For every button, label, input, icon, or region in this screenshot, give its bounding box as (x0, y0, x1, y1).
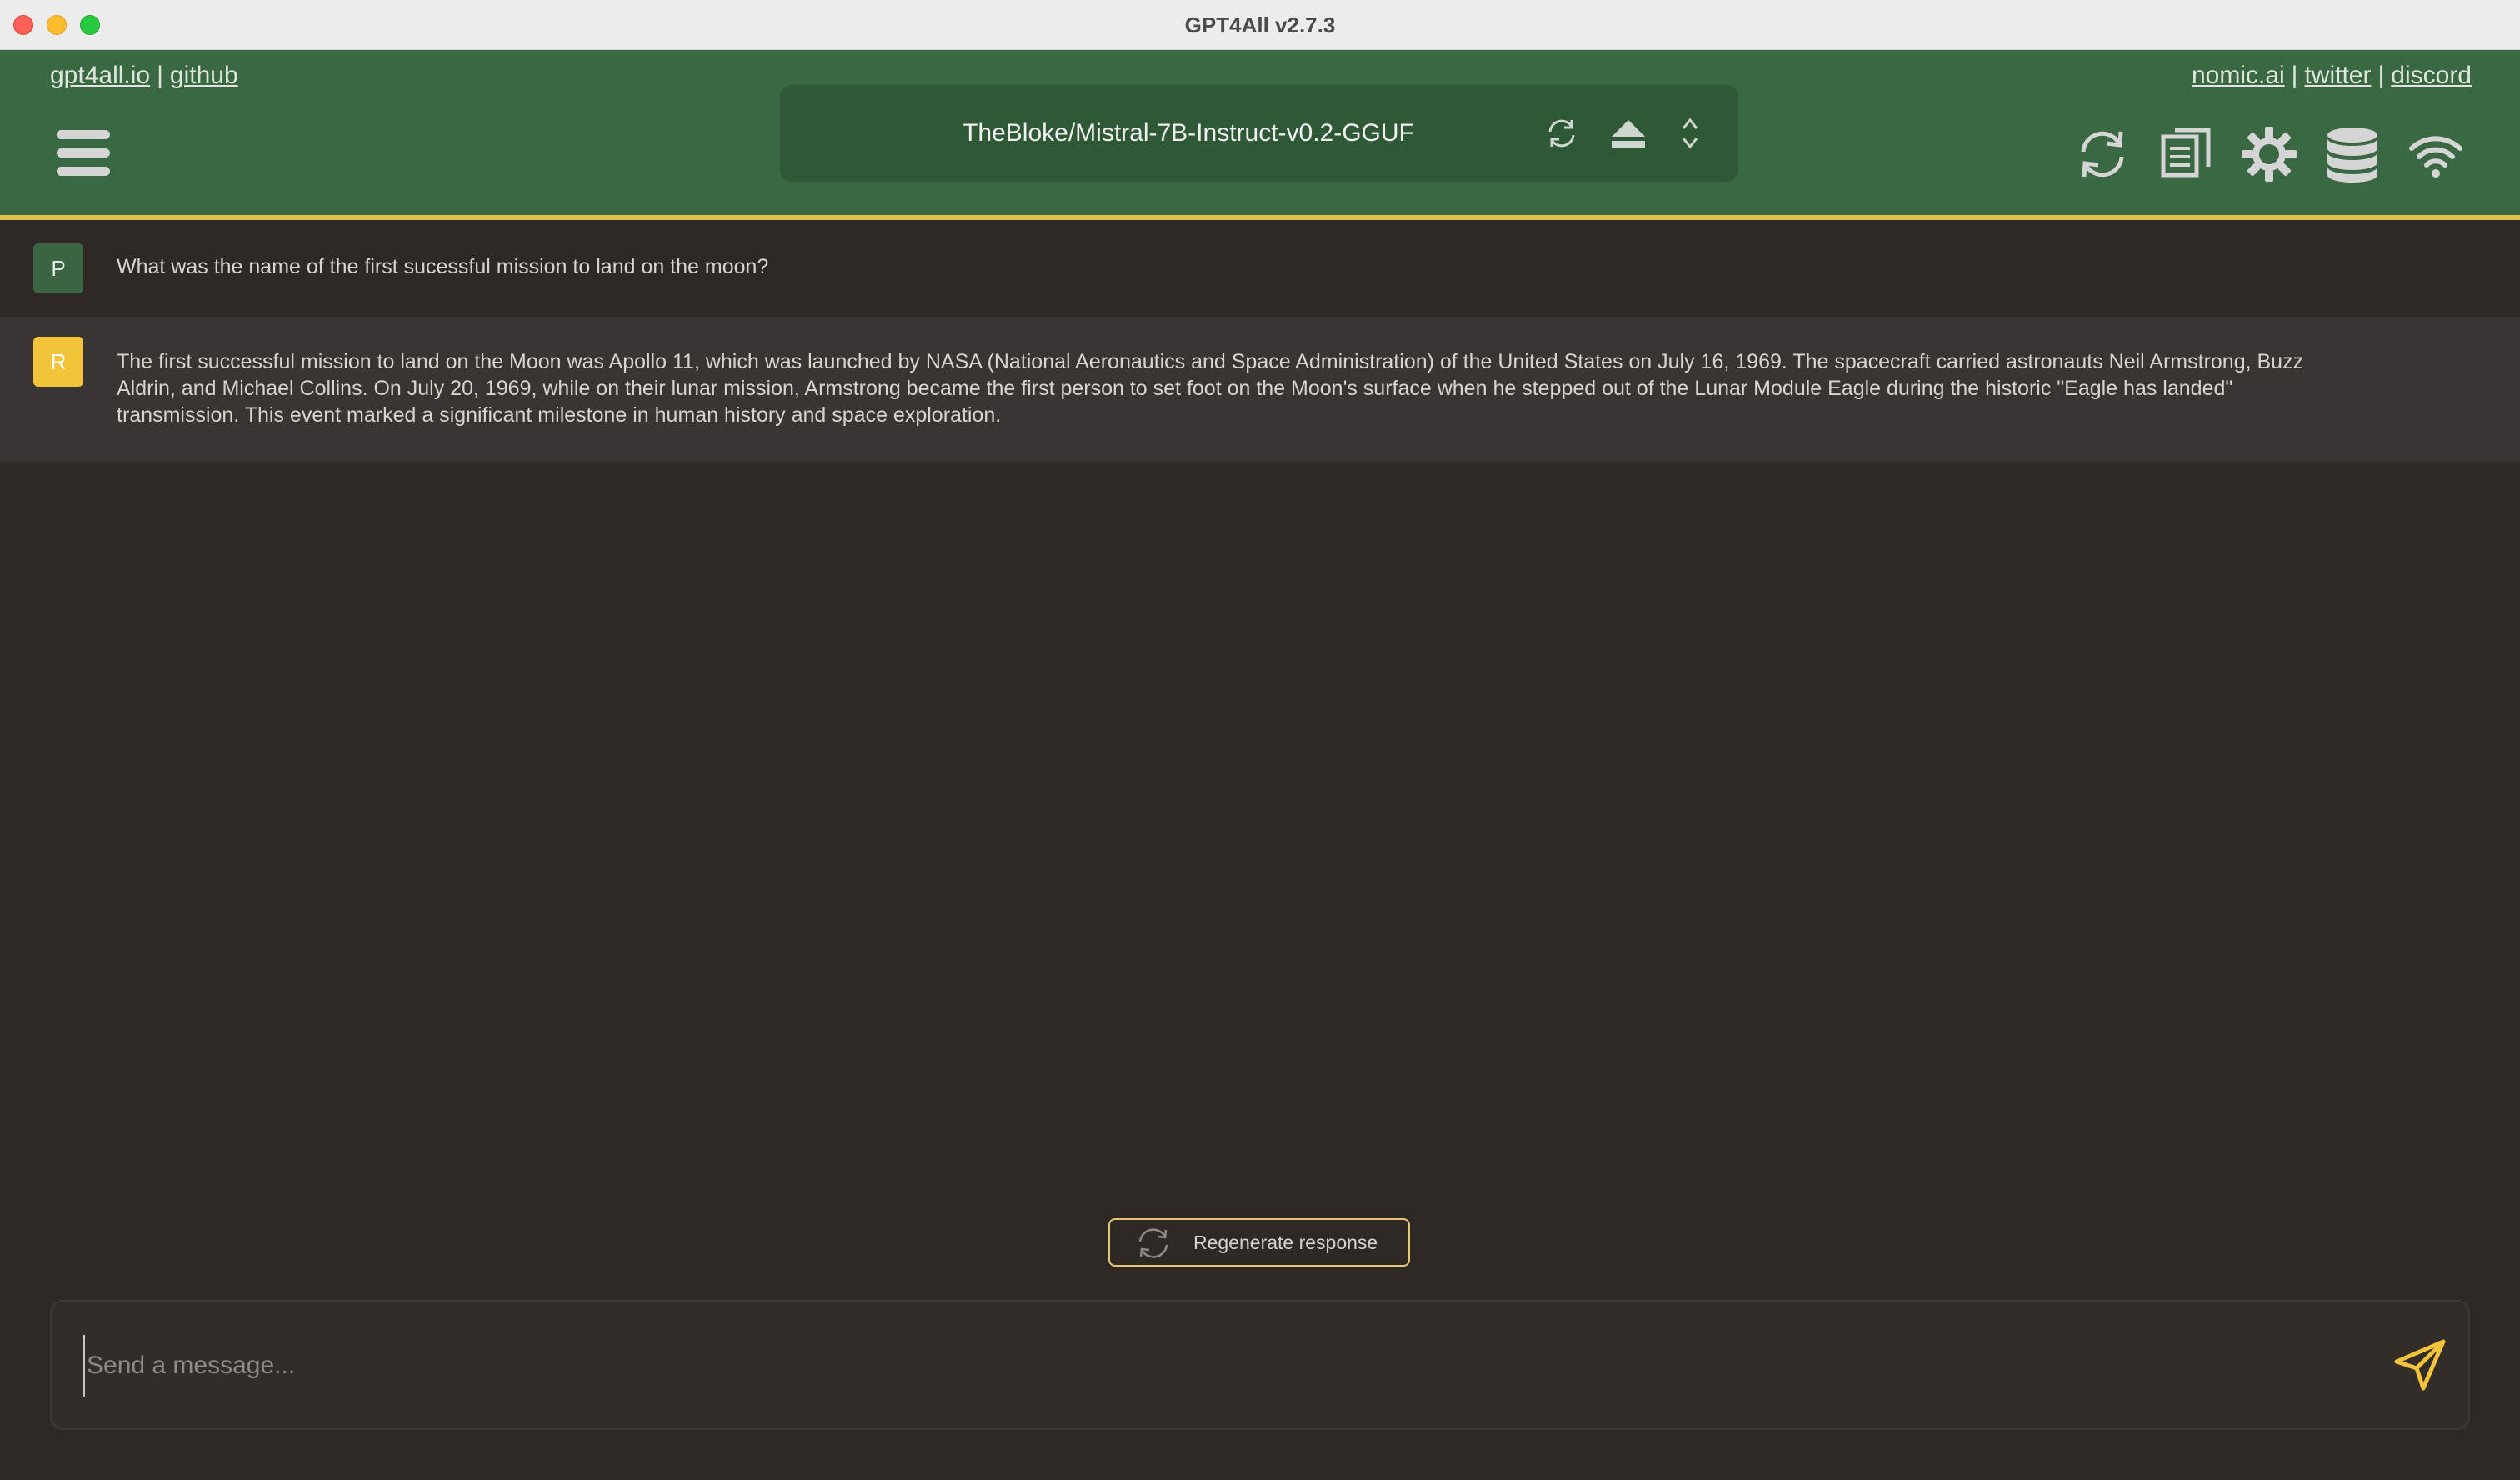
link-github[interactable]: github (170, 62, 238, 89)
link-nomic[interactable]: nomic.ai (2192, 62, 2285, 89)
database-icon[interactable] (2323, 125, 2382, 183)
message-input[interactable] (83, 1335, 2333, 1397)
message-input-container (50, 1300, 2470, 1430)
links-right: nomic.ai | twitter | discord (2192, 62, 2472, 90)
copy-icon[interactable] (2157, 125, 2215, 183)
model-selector[interactable]: TheBloke/Mistral-7B-Instruct-v0.2-GGUF (780, 85, 1738, 182)
link-separator: | (157, 62, 163, 89)
eject-icon[interactable] (1608, 113, 1648, 153)
prompt-avatar: P (33, 243, 83, 293)
link-separator: | (2291, 62, 2298, 89)
settings-icon[interactable] (2240, 125, 2298, 183)
response-text: The first successful mission to land on … (117, 350, 2304, 427)
prompt-text: What was the name of the first sucessful… (117, 255, 769, 278)
title-bar: GPT4All v2.7.3 (0, 0, 2520, 50)
links-left: gpt4all.io | github (50, 62, 238, 90)
send-icon[interactable] (2392, 1337, 2450, 1395)
app-header: gpt4all.io | github nomic.ai | twitter | disco… (0, 50, 2520, 217)
reload-icon[interactable] (1542, 113, 1582, 153)
model-name: TheBloke/Mistral-7B-Instruct-v0.2-GGUF (962, 119, 1414, 147)
window-title: GPT4All v2.7.3 (1184, 12, 1336, 38)
regenerate-response-button[interactable]: Regenerate response (1108, 1218, 1410, 1267)
hamburger-menu-icon[interactable] (57, 127, 110, 180)
link-gpt4all[interactable]: gpt4all.io (50, 62, 150, 89)
refresh-icon[interactable] (2073, 125, 2132, 183)
chevron-up-down-icon[interactable] (1670, 113, 1710, 153)
network-icon[interactable] (2407, 125, 2465, 183)
regenerate-icon (1138, 1228, 1168, 1258)
prompt-message: P What was the name of the first sucessf… (0, 220, 2520, 315)
response-message: R The first successful mission to land o… (0, 317, 2520, 462)
link-twitter[interactable]: twitter (2304, 62, 2371, 89)
response-avatar: R (33, 337, 83, 387)
link-discord[interactable]: discord (2391, 62, 2472, 89)
link-separator: | (2378, 62, 2385, 89)
regenerate-label: Regenerate response (1193, 1232, 1378, 1253)
